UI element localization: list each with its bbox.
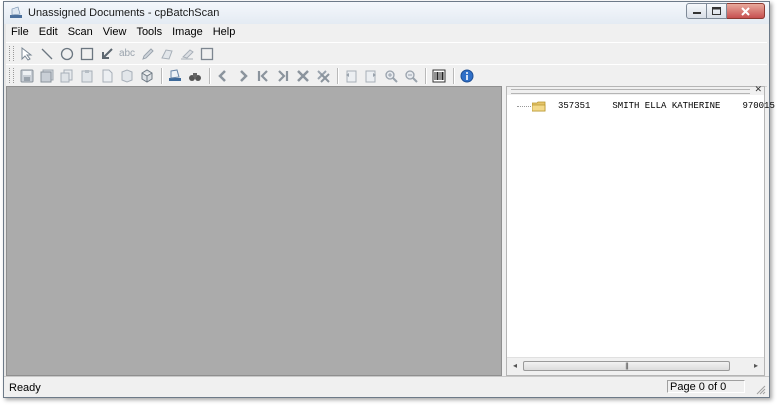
tree-connector — [517, 105, 531, 107]
ellipse-icon[interactable] — [58, 45, 76, 63]
save-all-icon[interactable] — [38, 67, 56, 85]
barcode-icon[interactable] — [430, 67, 448, 85]
menu-bar: File Edit Scan View Tools Image Help — [6, 24, 767, 41]
maximize-button[interactable] — [707, 3, 727, 19]
resize-grip-icon[interactable] — [756, 385, 766, 395]
scanner-icon[interactable] — [166, 67, 184, 85]
close-icon — [741, 6, 750, 16]
line-icon[interactable] — [38, 45, 56, 63]
maximize-icon — [712, 7, 721, 15]
text-annotation-icon[interactable]: abc — [118, 45, 136, 63]
arrow-annotation-icon[interactable] — [98, 45, 116, 63]
copy-icon[interactable] — [118, 67, 136, 85]
minimize-icon — [692, 12, 701, 14]
page-indicator: Page 0 of 0 — [667, 380, 745, 393]
app-window: Unassigned Documents - cpBatchScan File … — [3, 1, 775, 398]
eraser-icon[interactable] — [178, 45, 196, 63]
select-arrow-icon[interactable] — [18, 45, 36, 63]
tree-item-name: SMITH ELLA KATHERINE — [612, 101, 721, 111]
menu-image[interactable]: Image — [167, 24, 208, 41]
next-icon[interactable] — [234, 67, 252, 85]
panel-header: ✕ — [507, 84, 764, 95]
menu-help[interactable]: Help — [208, 24, 241, 41]
title-bar[interactable]: Unassigned Documents - cpBatchScan — [4, 2, 769, 24]
pen-icon[interactable] — [138, 45, 156, 63]
folder-icon — [532, 101, 546, 111]
scroll-left-icon[interactable]: ◂ — [513, 361, 517, 370]
horizontal-scrollbar[interactable]: ◂ ||| ▸ — [507, 357, 764, 375]
toolbar-separator — [425, 67, 427, 84]
menu-file[interactable]: File — [6, 24, 34, 41]
toolbar-separator — [337, 67, 339, 84]
toolbar-grip[interactable] — [9, 46, 14, 61]
menu-tools[interactable]: Tools — [131, 24, 167, 41]
panel-grip[interactable] — [511, 89, 750, 94]
border-icon[interactable] — [198, 45, 216, 63]
tree-item[interactable]: 357351 SMITH ELLA KATHERINE 970015 — [517, 99, 777, 113]
rotate-left-icon[interactable] — [342, 67, 360, 85]
toolbar-grip[interactable] — [9, 68, 14, 83]
scrollbar-thumb[interactable]: ||| — [523, 361, 730, 371]
close-button[interactable] — [727, 3, 765, 19]
previous-icon[interactable] — [214, 67, 232, 85]
panel-close-icon[interactable]: ✕ — [754, 84, 762, 95]
window-title: Unassigned Documents - cpBatchScan — [28, 7, 220, 19]
minimize-button[interactable] — [686, 3, 707, 19]
toolbar-separator — [453, 67, 455, 84]
binoculars-icon[interactable] — [186, 67, 204, 85]
scroll-right-icon[interactable]: ▸ — [754, 361, 758, 370]
first-icon[interactable] — [254, 67, 272, 85]
delete-all-icon[interactable] — [314, 67, 332, 85]
info-icon[interactable] — [458, 67, 476, 85]
document-viewer[interactable] — [6, 86, 502, 376]
status-bar: Ready Page 0 of 0 — [4, 376, 769, 397]
menu-edit[interactable]: Edit — [34, 24, 63, 41]
main-toolbar — [6, 64, 767, 87]
save-icon[interactable] — [18, 67, 36, 85]
tree-item-id: 357351 — [558, 101, 591, 111]
toolbar-separator — [209, 67, 211, 84]
unassigned-documents-panel: ✕ 357351 SMITH ELLA KATHERINE 970015 ◂ |… — [506, 84, 775, 376]
annotation-toolbar: abc — [6, 42, 767, 65]
rotate-right-icon[interactable] — [362, 67, 380, 85]
toolbar-separator — [161, 67, 163, 84]
cube-icon[interactable] — [138, 67, 156, 85]
delete-icon[interactable] — [294, 67, 312, 85]
insert-page-icon[interactable] — [98, 67, 116, 85]
tree-item-number: 970015 — [742, 101, 775, 111]
last-icon[interactable] — [274, 67, 292, 85]
zoom-out-icon[interactable] — [402, 67, 420, 85]
menu-view[interactable]: View — [98, 24, 132, 41]
copy-page-icon[interactable] — [58, 67, 76, 85]
rectangle-icon[interactable] — [78, 45, 96, 63]
zoom-in-icon[interactable] — [382, 67, 400, 85]
menu-scan[interactable]: Scan — [63, 24, 98, 41]
paste-page-icon[interactable] — [78, 67, 96, 85]
highlighter-icon[interactable] — [158, 45, 176, 63]
scanner-app-icon — [10, 6, 22, 18]
status-text: Ready — [9, 382, 41, 394]
